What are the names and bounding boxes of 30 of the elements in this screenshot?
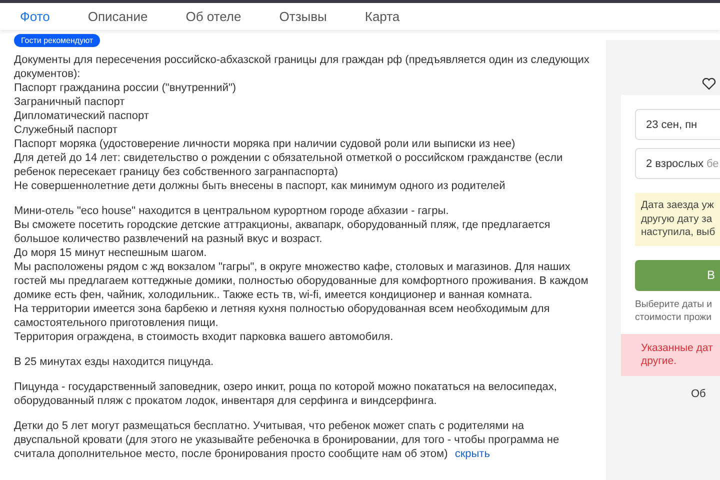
description-text: Паспорт моряка (удостоверение личности моряка при наличии судовой роли или выписки из нее) xyxy=(14,137,516,151)
description-text: Детки до 5 лет могут размещаться бесплатно. Учитывая, что ребенок может спать с родителями на двуспальной кровати (для этого не указывайте ребеночка в бронировании, для того - чтобы программа не считала дополнительное место, после бронирования просто сообщите нам об этом) скрыть xyxy=(14,419,560,461)
warning-message: Дата заезда уж другую дату за наступила, выб xyxy=(635,193,720,246)
description-text: Служебный паспорт xyxy=(14,123,118,137)
tab[interactable]: Карта xyxy=(364,9,400,24)
guests-field[interactable]: 2 взрослых бе xyxy=(635,148,720,179)
description-text: Заграничный паспорт xyxy=(14,95,126,109)
description-text: Не совершеннолетние дети должны быть внесены в паспорт, как минимум одного из родителей xyxy=(14,179,506,193)
hide-link[interactable]: скрыть xyxy=(454,448,490,460)
description-text: Территория ограждена, в стоимость входит парковка вашего автомобиля. xyxy=(14,330,394,344)
description-text: Пицунда - государственный заповедник, озеро инкит, роща по которой можно покататься на велосипедах, оборудованный пляж с прокатом лодок, инвентаря для серфинга и виндсерфинга. xyxy=(14,380,558,408)
description-text: Мини-отель "eco house" находится в центральном курортном городе абхазии - гагры. xyxy=(14,204,450,218)
description-text: Вы сможете посетить городские детские аттракционы, аквапарк, оборудованный пляж, где предлагается большое количество развлечений на разный вкус и возраст. xyxy=(14,218,552,246)
badge: Гости рекомендуют xyxy=(14,34,100,47)
description-text: Паспорт гражданина россии ("внутренний") xyxy=(14,81,238,95)
description-text: До моря 15 минут неспешным шагом. xyxy=(14,246,208,260)
tab[interactable]: Описание xyxy=(88,9,148,24)
description-text: Документы для пересечения российско-абхазской границы для граждан рф (предъявляется один из следующих документов): xyxy=(14,53,590,81)
footer-text: Об xyxy=(691,388,707,400)
tab[interactable]: Об отеле xyxy=(186,9,242,24)
tab[interactable]: Отзывы xyxy=(279,9,327,24)
date-field[interactable]: 23 сен, пн xyxy=(635,109,720,140)
error-message: Указанные дат другие. xyxy=(621,334,720,376)
description-text: На территории имеется зона барбекю и летняя кухня полностью оборудованная всем необходимым для самостоятельного приготовления пищи. xyxy=(14,302,551,330)
hint-text: Выберите даты и стоимости прожи xyxy=(635,298,714,324)
description-text: В 25 минутах езды находится пицунда. xyxy=(14,355,215,369)
description-text: Для детей до 14 лет: свидетельство о рождении с обязательной отметкой о российском гражданстве (если ребенок пересекает границу без собственного загранпаспорта) xyxy=(14,151,564,179)
description-text: Мы расположены рядом с жд вокзалом "гагры", в округе множество кафе, столовых и магазинов. Для наших гостей мы предлагаем коттеджные домики, полностью оборудованные для комфортного проживания. В каждом домике есть фен, чайник, холодильник.. Также есть тв, wi-fi, имеется кондиционер и ванная комната. xyxy=(14,260,590,302)
tab[interactable]: Фото xyxy=(20,9,50,24)
description-text: Дипломатический паспорт xyxy=(14,109,150,123)
